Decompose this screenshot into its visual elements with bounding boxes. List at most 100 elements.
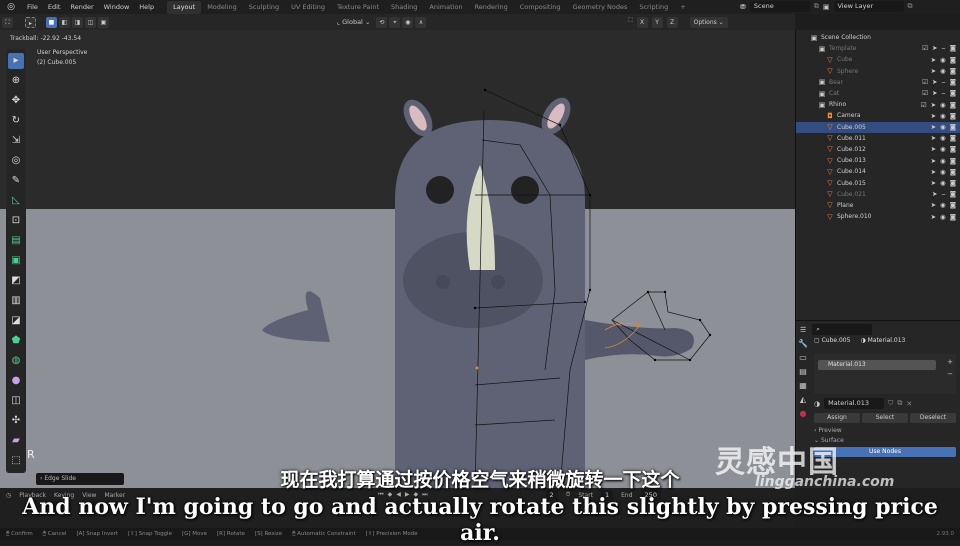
menu-window[interactable]: Window — [99, 0, 135, 14]
pivot-icon[interactable]: ⟲ — [376, 16, 388, 28]
3d-viewport[interactable]: Trackball: -22.92 -43.54 User Perspectiv… — [0, 30, 795, 488]
outliner-root[interactable]: ▣ Scene Collection — [796, 32, 960, 43]
extrude-tool-icon[interactable]: ▤ — [8, 233, 24, 249]
world-tab-icon[interactable]: ● — [800, 409, 807, 418]
camera-icon[interactable]: ◙ — [950, 112, 956, 120]
rhino-model[interactable] — [0, 30, 795, 488]
tab-scripting[interactable]: Scripting — [633, 1, 674, 14]
camera-icon[interactable]: ◙ — [950, 190, 956, 199]
move-tool-icon[interactable]: ✥ — [8, 93, 24, 109]
checkbox-icon[interactable]: ☑ — [922, 89, 928, 98]
camera-icon[interactable]: ◙ — [950, 145, 956, 153]
add-cube-tool-icon[interactable]: ⊡ — [8, 213, 24, 229]
transform-tool-icon[interactable]: ◎ — [8, 153, 24, 169]
axis-x-toggle[interactable]: X — [636, 16, 648, 28]
menu-help[interactable]: Help — [134, 0, 159, 14]
select-icon[interactable]: ➤ — [932, 89, 937, 98]
outliner-row-selected[interactable]: ▽ Cube.005 ➤ ◉ ◙ — [796, 121, 960, 133]
menu-render[interactable]: Render — [65, 0, 98, 14]
select-mode-invert-icon[interactable]: ◫ — [85, 16, 96, 28]
eye-hidden-icon[interactable]: ⌣ — [941, 89, 945, 98]
blender-logo-icon[interactable]: ◎ — [4, 1, 18, 13]
eye-icon[interactable]: ◉ — [940, 112, 946, 120]
select-icon[interactable]: ➤ — [931, 101, 936, 109]
select-icon[interactable]: ➤ — [931, 67, 936, 75]
outliner-row[interactable]: ▣ Cat ☑ ➤ ⌣ ◙ — [796, 88, 960, 99]
scene-icon[interactable]: ⛃ — [740, 3, 746, 11]
camera-icon[interactable]: ◙ — [950, 213, 956, 221]
shear-tool-icon[interactable]: ▰ — [8, 433, 24, 449]
properties-search-icon[interactable]: ⌕ — [812, 324, 873, 335]
rotate-tool-icon[interactable]: ↻ — [8, 113, 24, 129]
remove-slot-icon[interactable]: − — [947, 370, 953, 378]
select-mode-new-icon[interactable]: ■ — [46, 16, 57, 28]
eye-icon[interactable]: ◉ — [940, 157, 946, 165]
output-tab-icon[interactable]: ▤ — [799, 367, 807, 376]
eye-icon[interactable]: ◉ — [940, 201, 946, 209]
new-scene-icon[interactable]: ⧉ — [814, 2, 819, 11]
scale-tool-icon[interactable]: ⇲ — [8, 133, 24, 149]
duplicate-material-icon[interactable]: ⧉ — [897, 399, 902, 408]
checkbox-icon[interactable]: ☑ — [922, 78, 928, 87]
tab-layout[interactable]: Layout — [167, 0, 202, 14]
tab-geometry-nodes[interactable]: Geometry Nodes — [567, 1, 634, 14]
tab-uv-editing[interactable]: UV Editing — [285, 1, 331, 14]
unlink-material-icon[interactable]: ✕ — [906, 400, 912, 408]
select-mode-subtract-icon[interactable]: ◨ — [72, 16, 83, 28]
outliner-row[interactable]: ▽ Cube.014 ➤ ◉ ◙ — [796, 166, 960, 177]
select-icon[interactable]: ➤ — [932, 78, 937, 87]
camera-icon[interactable]: ◙ — [950, 168, 956, 176]
select-icon[interactable]: ➤ — [931, 201, 936, 209]
orientation-dropdown[interactable]: ⌞ Global ⌄ — [337, 18, 370, 26]
tab-shading[interactable]: Shading — [385, 1, 423, 14]
select-icon[interactable]: ➤ — [931, 157, 936, 165]
camera-icon[interactable]: ◙ — [950, 89, 956, 98]
axis-z-toggle[interactable]: Z — [666, 16, 678, 28]
editor-type-icon[interactable]: ⛶ — [2, 16, 13, 28]
camera-icon[interactable]: ◙ — [950, 44, 956, 53]
view-layer-field[interactable]: View Layer — [833, 1, 904, 12]
outliner-row[interactable]: ▽ Cube.013 ➤ ◉ ◙ — [796, 155, 960, 166]
eye-hidden-icon[interactable]: ⌣ — [941, 44, 945, 53]
knife-tool-icon[interactable]: ◪ — [8, 313, 24, 329]
add-workspace-icon[interactable]: + — [674, 1, 691, 14]
eye-hidden-icon[interactable]: ⌣ — [941, 190, 945, 199]
poly-build-tool-icon[interactable]: ⬟ — [8, 333, 24, 349]
menu-edit[interactable]: Edit — [43, 0, 66, 14]
inset-tool-icon[interactable]: ▣ — [8, 253, 24, 269]
eye-icon[interactable]: ◉ — [940, 56, 946, 64]
outliner-row[interactable]: ▽ Cube.015 ➤ ◉ ◙ — [796, 177, 960, 188]
mirror-icon[interactable]: ⛶ — [628, 17, 632, 28]
camera-icon[interactable]: ◙ — [950, 123, 956, 131]
material-name-field[interactable]: Material.013 — [824, 398, 885, 409]
outliner-row[interactable]: ▽ Cube ➤ ◉ ◙ — [796, 54, 960, 65]
select-mode-intersect-icon[interactable]: ▣ — [98, 16, 109, 28]
camera-icon[interactable]: ◙ — [950, 201, 956, 209]
proportional-falloff-icon[interactable]: ∧ — [415, 16, 427, 28]
proportional-edit-icon[interactable]: ◉ — [402, 16, 414, 28]
select-icon[interactable]: ➤ — [932, 190, 937, 199]
preview-panel[interactable]: › Preview — [814, 427, 956, 434]
material-preview-icon[interactable]: ◑ — [814, 400, 820, 408]
snap-icon[interactable]: ⌖ — [389, 16, 401, 28]
camera-icon[interactable]: ◙ — [950, 179, 956, 187]
select-icon[interactable]: ➤ — [931, 56, 936, 64]
tab-rendering[interactable]: Rendering — [469, 1, 514, 14]
camera-icon[interactable]: ◙ — [950, 157, 956, 165]
eye-icon[interactable]: ◉ — [940, 179, 946, 187]
eye-icon[interactable]: ◉ — [940, 67, 946, 75]
select-tool-icon[interactable]: ▸ — [25, 16, 36, 28]
loop-cut-tool-icon[interactable]: ▥ — [8, 293, 24, 309]
scene-field[interactable]: Scene — [749, 1, 810, 12]
scene-tab-icon[interactable]: ◭ — [800, 395, 806, 404]
new-view-layer-icon[interactable]: ⧉ — [908, 2, 913, 11]
outliner-row[interactable]: ▣ Template ☑ ➤ ⌣ ◙ — [796, 43, 960, 54]
select-icon[interactable]: ➤ — [932, 44, 937, 53]
edge-slide-tool-icon[interactable]: ◫ — [8, 393, 24, 409]
outliner-row[interactable]: ▽ Cube.021 ➤ ⌣ ◙ — [796, 189, 960, 200]
eye-icon[interactable]: ◉ — [940, 168, 946, 176]
outliner-row[interactable]: ▽ Cube.011 ➤ ◉ ◙ — [796, 133, 960, 144]
deselect-button[interactable]: Deselect — [910, 413, 956, 423]
shrink-fatten-tool-icon[interactable]: ✣ — [8, 413, 24, 429]
add-slot-icon[interactable]: + — [947, 358, 953, 366]
